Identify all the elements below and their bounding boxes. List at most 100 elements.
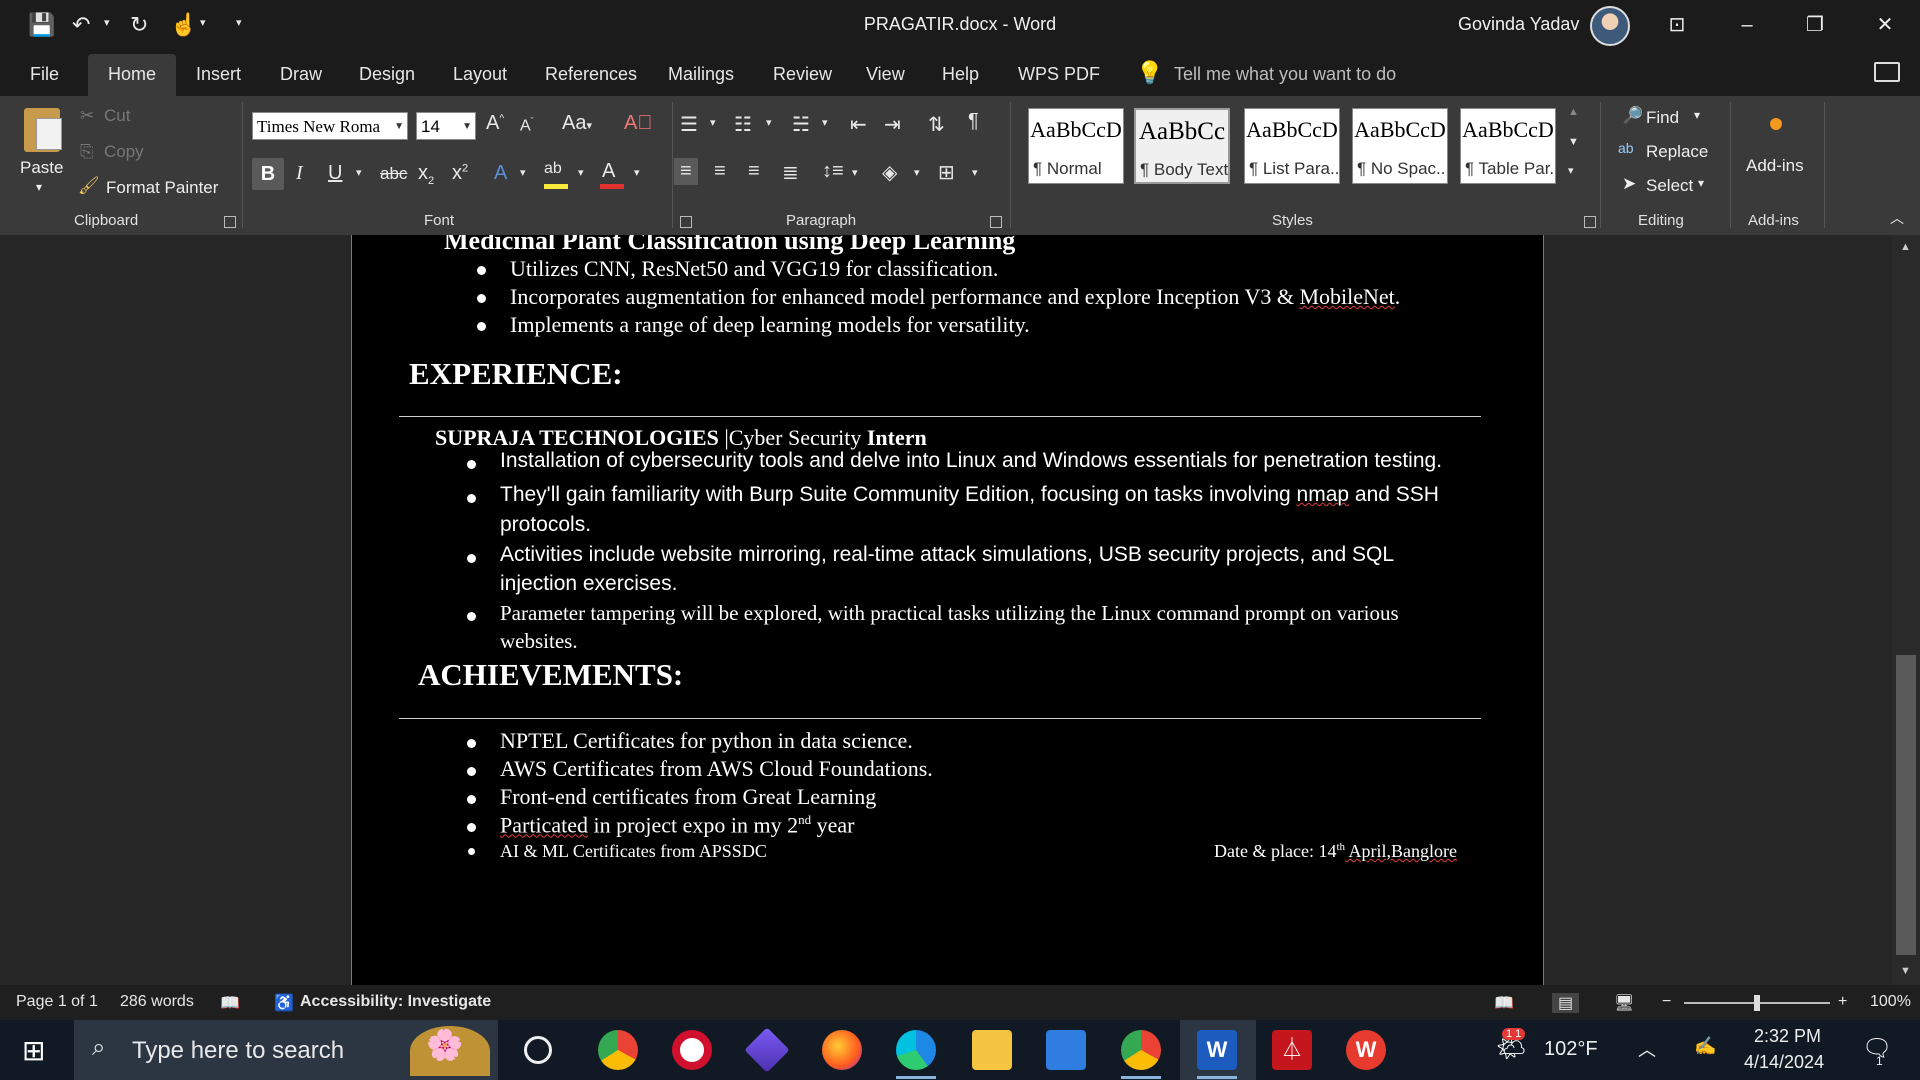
- align-right-icon[interactable]: ≡: [748, 160, 760, 183]
- clear-formatting-icon[interactable]: A⃥: [624, 112, 652, 135]
- collapse-ribbon-icon[interactable]: ︿: [1890, 208, 1904, 228]
- text-effects-dropdown-icon[interactable]: ▾: [520, 166, 526, 179]
- align-center-icon[interactable]: ≡: [714, 160, 726, 183]
- user-name[interactable]: Govinda Yadav: [1458, 14, 1579, 35]
- wps-office-icon[interactable]: W: [1346, 1030, 1386, 1070]
- show-marks-icon[interactable]: ¶: [968, 110, 979, 133]
- grow-font-icon[interactable]: A^: [486, 112, 504, 135]
- web-layout-icon[interactable]: 🖥: [1614, 993, 1634, 1013]
- tab-help[interactable]: Help: [942, 64, 979, 85]
- numbering-dropdown-icon[interactable]: ▾: [766, 116, 772, 129]
- word-count[interactable]: 286 words: [120, 993, 194, 1011]
- chevron-up-icon[interactable]: ︿: [1638, 1036, 1656, 1062]
- page-count[interactable]: Page 1 of 1: [16, 993, 98, 1011]
- find-button[interactable]: Find: [1646, 108, 1679, 128]
- replace-icon[interactable]: ab: [1618, 140, 1634, 156]
- accessibility-icon[interactable]: ♿: [274, 993, 294, 1013]
- mail-icon[interactable]: [1046, 1030, 1086, 1070]
- highlight-icon[interactable]: ab: [544, 160, 562, 178]
- numbering-icon[interactable]: ☷: [734, 112, 752, 137]
- line-spacing-dropdown-icon[interactable]: ▾: [852, 166, 858, 179]
- tab-file[interactable]: File: [30, 64, 59, 85]
- format-painter-button[interactable]: Format Painter: [106, 178, 218, 198]
- pen-icon[interactable]: ✍: [1694, 1036, 1716, 1057]
- superscript-icon[interactable]: x2: [452, 162, 468, 185]
- comments-icon[interactable]: [1874, 62, 1900, 82]
- find-icon[interactable]: 🔎: [1622, 106, 1643, 126]
- paragraph-launcher-icon[interactable]: [990, 216, 1002, 228]
- styles-launcher-icon[interactable]: [1584, 216, 1596, 228]
- close-icon[interactable]: ✕: [1862, 8, 1908, 42]
- select-icon[interactable]: ➤: [1622, 174, 1636, 194]
- font-color-icon[interactable]: A: [602, 160, 615, 183]
- text-effects-icon[interactable]: A: [494, 162, 507, 185]
- tab-insert[interactable]: Insert: [196, 64, 241, 85]
- chrome-icon[interactable]: [598, 1030, 638, 1070]
- bold-button[interactable]: B: [252, 158, 284, 190]
- style-table-paragraph[interactable]: AaBbCcD ¶ Table Par...: [1460, 108, 1556, 184]
- styles-scroll-down-icon[interactable]: ▼: [1568, 136, 1579, 148]
- firefox-icon[interactable]: [822, 1030, 862, 1070]
- font-name-select[interactable]: Times New Roma ▼: [252, 112, 408, 140]
- clipboard-launcher-icon[interactable]: [224, 216, 236, 228]
- task-view-icon[interactable]: [524, 1036, 552, 1064]
- replace-button[interactable]: Replace: [1646, 142, 1708, 162]
- zoom-out-icon[interactable]: −: [1662, 993, 1671, 1011]
- strikethrough-icon[interactable]: abc: [380, 164, 407, 184]
- zoom-in-icon[interactable]: +: [1838, 993, 1847, 1011]
- tab-view[interactable]: View: [866, 64, 905, 85]
- clock-date[interactable]: 4/14/2024: [1744, 1052, 1824, 1073]
- addins-button[interactable]: Add-ins: [1746, 156, 1804, 176]
- scroll-down-icon[interactable]: ▼: [1900, 965, 1911, 977]
- zoom-slider[interactable]: [1684, 995, 1830, 1011]
- zoom-slider-thumb[interactable]: [1754, 995, 1760, 1011]
- multilevel-dropdown-icon[interactable]: ▾: [822, 116, 828, 129]
- underline-dropdown-icon[interactable]: ▾: [356, 166, 362, 179]
- chrome-profile-icon[interactable]: [1121, 1030, 1161, 1070]
- zoom-level[interactable]: 100%: [1870, 993, 1911, 1011]
- print-layout-icon[interactable]: ▤: [1552, 993, 1580, 1013]
- word-icon[interactable]: W: [1197, 1030, 1237, 1070]
- select-button[interactable]: Select: [1646, 176, 1693, 196]
- line-spacing-icon[interactable]: ↕≡: [822, 160, 844, 183]
- justify-icon[interactable]: ≣: [782, 160, 799, 185]
- addins-icon[interactable]: [1770, 118, 1782, 130]
- file-explorer-icon[interactable]: [972, 1030, 1012, 1070]
- style-body-text[interactable]: AaBbCc ¶ Body Text: [1134, 108, 1230, 184]
- tab-wps-pdf[interactable]: WPS PDF: [1018, 64, 1100, 85]
- tab-review[interactable]: Review: [773, 64, 832, 85]
- style-list-paragraph[interactable]: AaBbCcD ¶ List Para...: [1244, 108, 1340, 184]
- shading-dropdown-icon[interactable]: ▾: [914, 166, 920, 179]
- highlight-dropdown-icon[interactable]: ▾: [578, 166, 584, 179]
- opera-icon[interactable]: [672, 1030, 712, 1070]
- bullets-dropdown-icon[interactable]: ▾: [710, 116, 716, 129]
- shrink-font-icon[interactable]: Aˇ: [520, 116, 534, 135]
- restore-icon[interactable]: ❐: [1792, 8, 1838, 42]
- format-painter-icon[interactable]: 🖌: [78, 176, 100, 196]
- italic-icon[interactable]: I: [296, 162, 303, 185]
- style-normal[interactable]: AaBbCcD ¶ Normal: [1028, 108, 1124, 184]
- copilot-icon[interactable]: [744, 1027, 790, 1073]
- paste-dropdown-icon[interactable]: ▾: [36, 180, 42, 194]
- style-no-spacing[interactable]: AaBbCcD ¶ No Spac...: [1352, 108, 1448, 184]
- tab-layout[interactable]: Layout: [453, 64, 507, 85]
- borders-dropdown-icon[interactable]: ▾: [972, 166, 978, 179]
- ribbon-display-icon[interactable]: ⊡: [1654, 8, 1700, 42]
- scrollbar-thumb[interactable]: [1896, 655, 1916, 955]
- decrease-indent-icon[interactable]: ⇤: [850, 112, 867, 137]
- font-size-select[interactable]: 14 ▼: [416, 112, 476, 140]
- find-dropdown-icon[interactable]: ▾: [1694, 108, 1700, 122]
- tab-draw[interactable]: Draw: [280, 64, 322, 85]
- scroll-up-icon[interactable]: ▲: [1900, 241, 1911, 253]
- document-page[interactable]: Medicinal Plant Classification using Dee…: [351, 235, 1544, 985]
- avatar[interactable]: [1590, 6, 1630, 46]
- sort-icon[interactable]: ⇅: [928, 112, 945, 137]
- tell-me-search[interactable]: Tell me what you want to do: [1174, 64, 1396, 85]
- tab-references[interactable]: References: [545, 64, 637, 85]
- styles-more-icon[interactable]: ▾: [1568, 164, 1574, 177]
- tab-home[interactable]: Home: [88, 54, 177, 97]
- multilevel-list-icon[interactable]: ☵: [792, 112, 810, 137]
- paste-button[interactable]: Paste: [20, 158, 63, 178]
- tab-mailings[interactable]: Mailings: [668, 64, 734, 85]
- edge-icon[interactable]: [896, 1030, 936, 1070]
